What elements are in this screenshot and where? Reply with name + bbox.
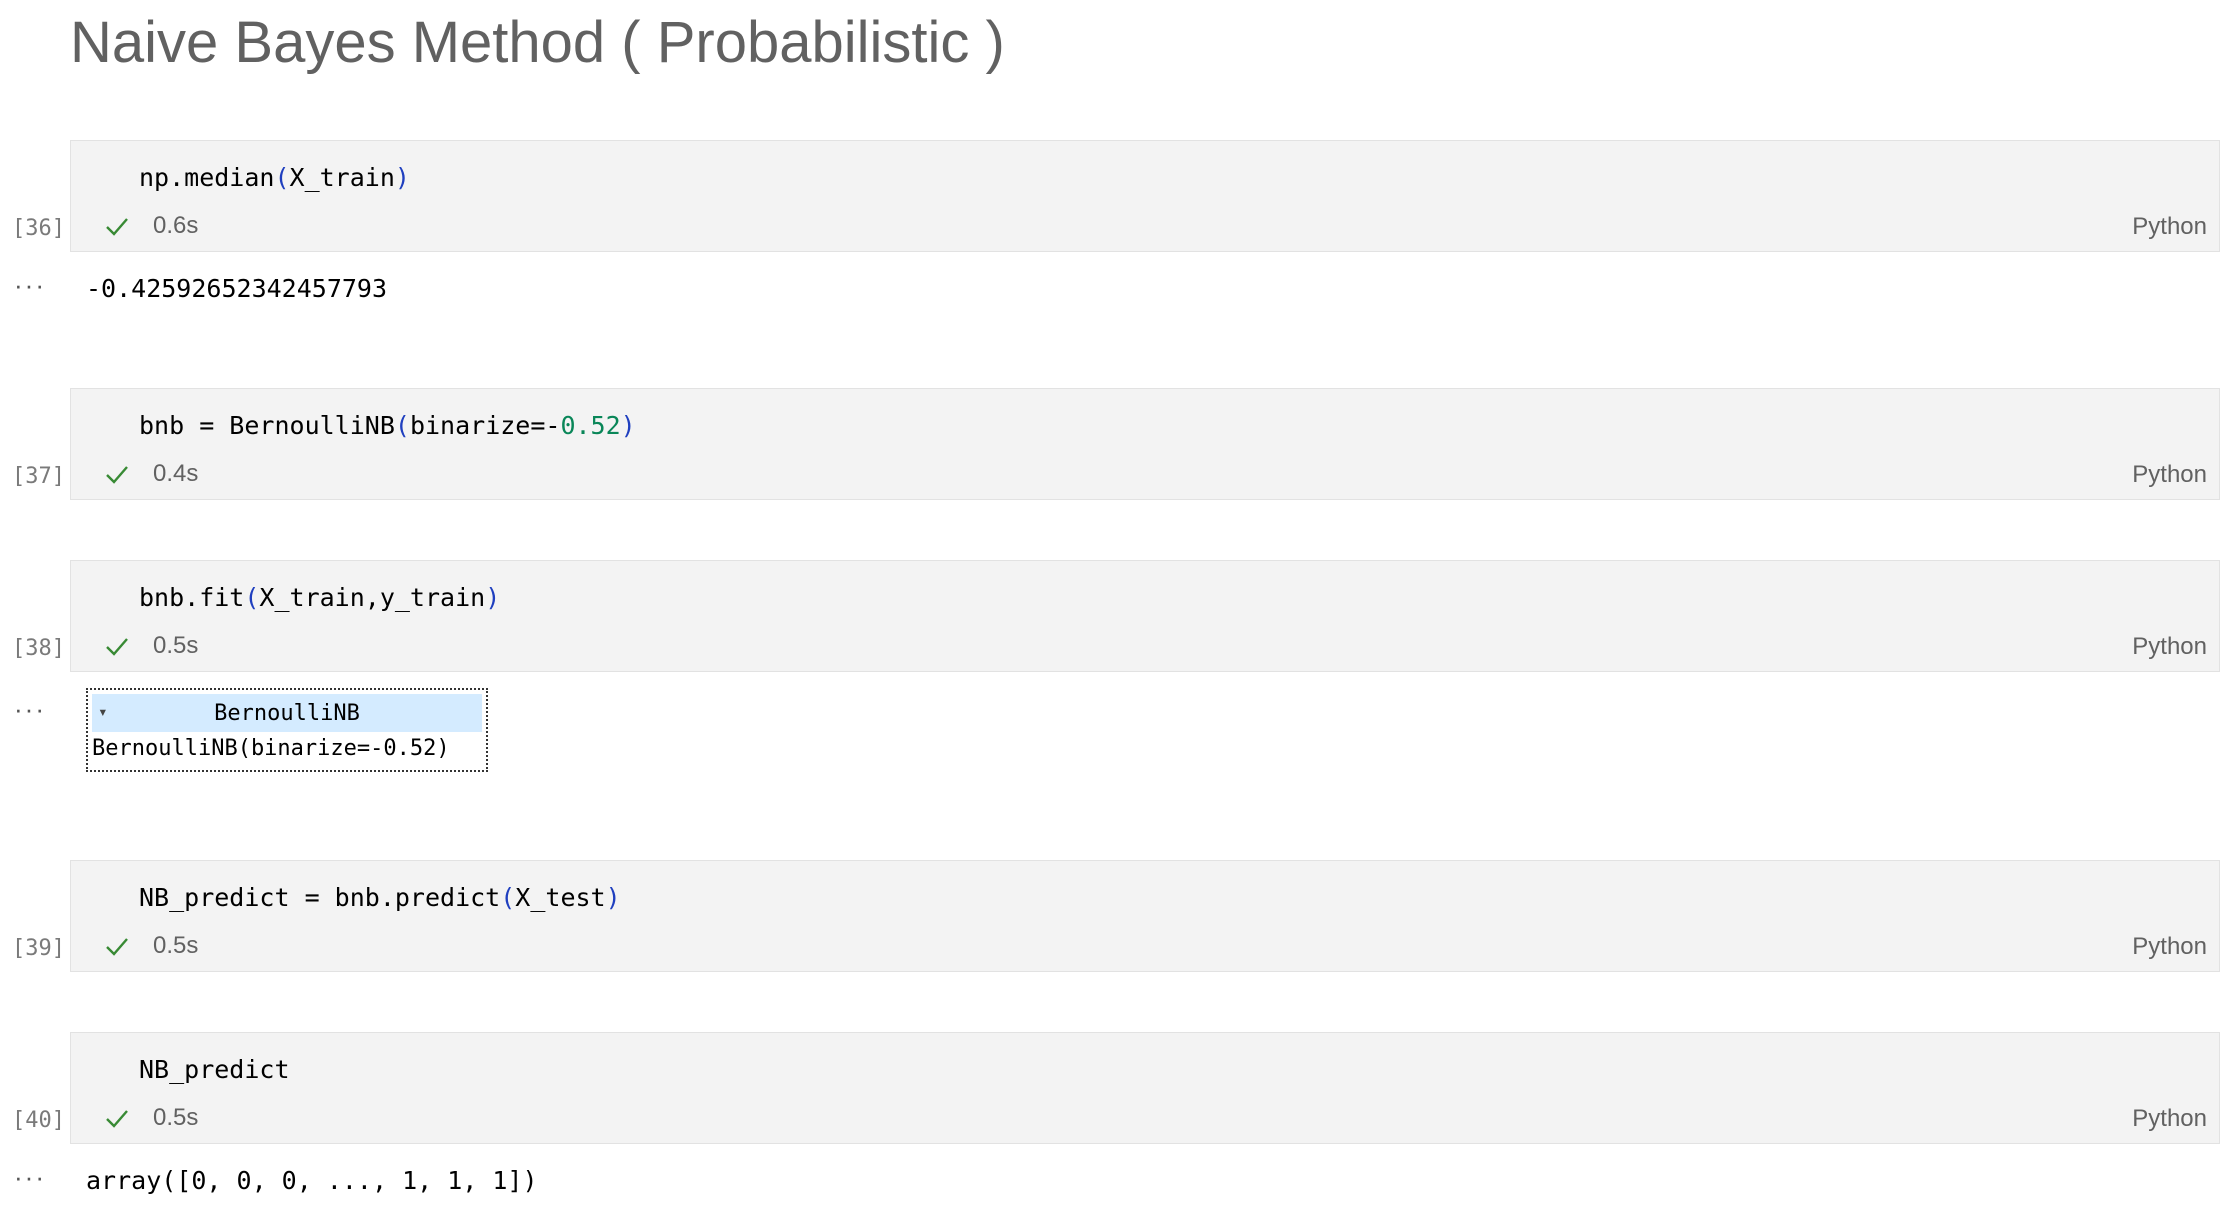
estimator-header[interactable]: ▾ BernoulliNB xyxy=(92,694,482,732)
check-icon xyxy=(106,466,128,484)
code-cell[interactable]: bnb.fit(X_train,y_train) 0.5s Python xyxy=(70,560,2220,672)
check-icon xyxy=(106,938,128,956)
code-token: bnb.fit xyxy=(139,583,245,612)
output-menu-icon[interactable]: ··· xyxy=(14,1162,46,1193)
check-icon xyxy=(106,1110,128,1128)
execution-count: [39] xyxy=(12,936,65,961)
cell-language[interactable]: Python xyxy=(2132,633,2207,661)
code-token: bnb = BernoulliNB xyxy=(139,411,395,440)
code-token: X_test xyxy=(515,883,606,912)
execution-count: [40] xyxy=(12,1108,65,1133)
code-editor[interactable]: bnb = BernoulliNB(binarize=-0.52) xyxy=(139,411,636,440)
execution-count: [37] xyxy=(12,464,65,489)
code-token: X_train,y_train xyxy=(259,583,486,612)
cell-status: 0.5s xyxy=(103,1103,198,1133)
code-token: X_train xyxy=(289,163,395,192)
cell-output: -0.42592652342457793 xyxy=(86,274,388,303)
output-menu-icon[interactable]: ··· xyxy=(14,694,46,725)
code-cell[interactable]: np.median(X_train) 0.6s Python xyxy=(70,140,2220,252)
code-paren: ) xyxy=(620,411,636,440)
cell-language[interactable]: Python xyxy=(2132,1105,2207,1133)
cell-status: 0.5s xyxy=(103,631,198,661)
output-menu-icon[interactable]: ··· xyxy=(14,270,46,301)
estimator-widget[interactable]: ▾ BernoulliNB BernoulliNB(binarize=-0.52… xyxy=(86,688,488,772)
code-number: 0.52 xyxy=(560,411,621,440)
code-cell[interactable]: bnb = BernoulliNB(binarize=-0.52) 0.4s P… xyxy=(70,388,2220,500)
cell-status: 0.5s xyxy=(103,931,198,961)
execution-count: [36] xyxy=(12,216,65,241)
code-token: NB_predict = bnb.predict xyxy=(139,883,501,912)
code-paren: ) xyxy=(485,583,501,612)
check-icon xyxy=(106,638,128,656)
code-editor[interactable]: NB_predict xyxy=(139,1055,290,1084)
check-icon xyxy=(106,218,128,236)
code-token: np.median xyxy=(139,163,275,192)
code-paren: ( xyxy=(274,163,290,192)
cell-status: 0.6s xyxy=(103,211,198,241)
estimator-repr: BernoulliNB(binarize=-0.52) xyxy=(92,736,450,761)
execution-time: 0.5s xyxy=(153,932,199,959)
execution-time: 0.5s xyxy=(153,632,199,659)
execution-time: 0.6s xyxy=(153,212,199,239)
cell-language[interactable]: Python xyxy=(2132,213,2207,241)
execution-time: 0.5s xyxy=(153,1104,199,1131)
code-token: binarize=- xyxy=(409,411,561,440)
code-token: NB_predict xyxy=(139,1055,290,1084)
markdown-heading: Naive Bayes Method ( Probabilistic ) xyxy=(70,10,1005,75)
cell-output: array([0, 0, 0, ..., 1, 1, 1]) xyxy=(86,1166,538,1195)
code-cell[interactable]: NB_predict 0.5s Python xyxy=(70,1032,2220,1144)
cell-language[interactable]: Python xyxy=(2132,461,2207,489)
code-cell[interactable]: NB_predict = bnb.predict(X_test) 0.5s Py… xyxy=(70,860,2220,972)
code-paren: ) xyxy=(394,163,410,192)
cell-status: 0.4s xyxy=(103,459,198,489)
estimator-title: BernoulliNB xyxy=(214,701,360,726)
code-paren: ( xyxy=(244,583,260,612)
cell-language[interactable]: Python xyxy=(2132,933,2207,961)
code-editor[interactable]: bnb.fit(X_train,y_train) xyxy=(139,583,500,612)
code-editor[interactable]: np.median(X_train) xyxy=(139,163,410,192)
code-paren: ) xyxy=(605,883,621,912)
execution-count: [38] xyxy=(12,636,65,661)
code-editor[interactable]: NB_predict = bnb.predict(X_test) xyxy=(139,883,621,912)
execution-time: 0.4s xyxy=(153,460,199,487)
code-paren: ( xyxy=(394,411,410,440)
code-paren: ( xyxy=(500,883,516,912)
